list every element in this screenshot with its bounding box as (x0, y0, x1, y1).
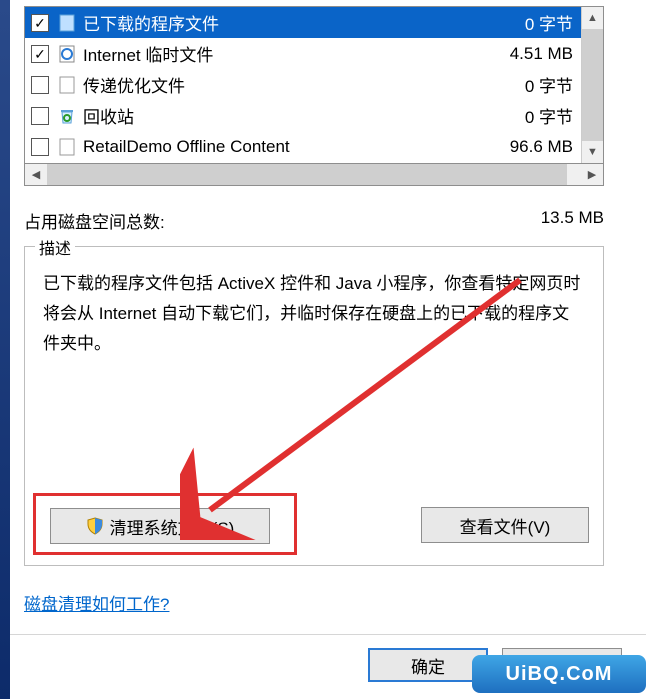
scroll-thumb[interactable] (47, 164, 567, 185)
clean-system-files-label: 清理系统文件(S) (110, 514, 235, 539)
scroll-left-icon[interactable]: ◀ (25, 164, 47, 185)
checkbox[interactable] (31, 45, 49, 63)
file-name: 传递优化文件 (83, 72, 525, 97)
file-list: 已下载的程序文件 0 字节 Internet 临时文件 4.51 MB (24, 6, 604, 164)
clean-system-files-button[interactable]: 清理系统文件(S) (50, 508, 270, 544)
help-link[interactable]: 磁盘清理如何工作? (24, 590, 169, 615)
generic-file-icon (57, 13, 77, 33)
shield-icon (86, 517, 104, 535)
file-name: RetailDemo Offline Content (83, 137, 510, 157)
file-name: 已下载的程序文件 (83, 10, 525, 35)
description-text: 已下载的程序文件包括 ActiveX 控件和 Java 小程序，你查看特定网页时… (43, 269, 583, 359)
file-size: 96.6 MB (510, 137, 583, 157)
file-size: 0 字节 (525, 10, 583, 35)
checkbox[interactable] (31, 14, 49, 32)
separator (10, 634, 646, 635)
file-size: 0 字节 (525, 72, 583, 97)
list-item[interactable]: Internet 临时文件 4.51 MB (25, 38, 583, 69)
checkbox[interactable] (31, 76, 49, 94)
description-group: 描述 已下载的程序文件包括 ActiveX 控件和 Java 小程序，你查看特定… (24, 246, 604, 566)
blank-file-icon (57, 75, 77, 95)
view-files-label: 查看文件(V) (460, 513, 551, 538)
file-name: 回收站 (83, 103, 525, 128)
list-item[interactable]: 回收站 0 字节 (25, 100, 583, 131)
ie-file-icon (57, 44, 77, 64)
scroll-thumb[interactable] (582, 29, 603, 141)
scroll-up-icon[interactable]: ▲ (582, 7, 603, 29)
scroll-right-icon[interactable]: ▶ (581, 164, 603, 185)
watermark: UiBQ.CoM (472, 655, 646, 693)
disk-cleanup-dialog: 已下载的程序文件 0 字节 Internet 临时文件 4.51 MB (10, 0, 652, 699)
checkbox[interactable] (31, 138, 49, 156)
view-files-button[interactable]: 查看文件(V) (421, 507, 589, 543)
file-size: 0 字节 (525, 103, 583, 128)
file-name: Internet 临时文件 (83, 41, 510, 66)
checkbox[interactable] (31, 107, 49, 125)
recycle-bin-icon (57, 106, 77, 126)
total-value: 13.5 MB (541, 208, 604, 233)
annotation-highlight: 清理系统文件(S) (33, 493, 297, 555)
scroll-down-icon[interactable]: ▼ (582, 141, 603, 163)
total-label: 占用磁盘空间总数: (24, 208, 541, 233)
file-size: 4.51 MB (510, 44, 583, 64)
list-item[interactable]: RetailDemo Offline Content 96.6 MB (25, 131, 583, 162)
horizontal-scrollbar[interactable]: ◀ ▶ (24, 164, 604, 186)
blank-file-icon (57, 137, 77, 157)
description-legend: 描述 (35, 235, 75, 259)
ok-label: 确定 (411, 653, 445, 678)
ok-button[interactable]: 确定 (368, 648, 488, 682)
vertical-scrollbar[interactable]: ▲ ▼ (581, 7, 603, 163)
total-space-row: 占用磁盘空间总数: 13.5 MB (24, 208, 604, 233)
list-item[interactable]: 传递优化文件 0 字节 (25, 69, 583, 100)
list-item[interactable]: 已下载的程序文件 0 字节 (25, 7, 583, 38)
